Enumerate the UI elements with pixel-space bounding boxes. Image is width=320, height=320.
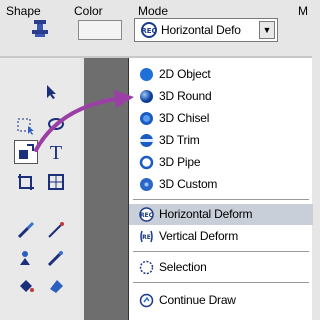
extra-label: M [298, 4, 308, 18]
transform-icon[interactable] [44, 170, 68, 194]
menu-item-vertical-deform[interactable]: RE Vertical Deform [129, 226, 313, 247]
eraser-icon[interactable] [44, 274, 68, 298]
mode-dropdown[interactable]: REC Horizontal Defo ▼ [134, 18, 278, 42]
selection-icon [139, 260, 154, 275]
menu-item-label: 3D Custom [159, 177, 218, 191]
svg-text:REC: REC [141, 27, 156, 35]
shape-icon[interactable] [28, 18, 52, 40]
menu-item-3d-trim[interactable]: 3D Trim [129, 130, 313, 151]
continue-draw-icon [139, 293, 154, 308]
mode-label: Mode [138, 4, 169, 18]
menu-item-3d-round[interactable]: 3D Round [129, 86, 313, 107]
menu-separator [133, 251, 309, 252]
callout-arrow-icon [34, 90, 134, 152]
mode-menu: 2D Object 3D Round 3D Chisel 3D Trim 3D … [128, 58, 313, 320]
menu-item-3d-pipe[interactable]: 3D Pipe [129, 152, 313, 173]
menu-item-label: Continue Draw [159, 293, 236, 307]
ring-3d-pipe-icon [139, 155, 154, 170]
menu-item-3d-custom[interactable]: 3D Custom [129, 174, 313, 195]
sphere-3d-chisel-icon [139, 111, 154, 126]
menu-item-label: 3D Pipe [159, 155, 201, 169]
vertical-deform-icon: RE [139, 229, 154, 244]
sphere-3d-trim-icon [139, 133, 154, 148]
mode-value: Horizontal Defo [161, 23, 241, 37]
menu-item-label: Selection [159, 260, 207, 274]
menu-separator [133, 282, 309, 283]
svg-text:RE: RE [142, 234, 151, 241]
svg-text:REC: REC [140, 212, 154, 219]
menu-item-3d-chisel[interactable]: 3D Chisel [129, 108, 313, 129]
retouch-icon[interactable] [44, 246, 68, 270]
clone-icon[interactable] [14, 246, 38, 270]
menu-item-label: 3D Round [159, 89, 212, 103]
pen-icon[interactable] [44, 218, 68, 242]
menu-separator [133, 199, 309, 200]
mode-icon: REC [141, 22, 157, 38]
horizontal-deform-icon: REC [139, 207, 154, 222]
menu-item-label: Vertical Deform [159, 229, 239, 243]
menu-item-label: 3D Trim [159, 133, 200, 147]
chevron-down-icon[interactable]: ▼ [259, 21, 275, 39]
fill-icon[interactable] [14, 274, 38, 298]
sphere-2d-icon [139, 67, 154, 82]
shape-label: Shape [6, 4, 41, 18]
sphere-3d-round-icon [139, 89, 154, 104]
menu-item-label: 2D Object [159, 67, 211, 81]
menu-item-2d-object[interactable]: 2D Object [129, 64, 313, 85]
menu-item-label: Horizontal Deform [159, 207, 253, 221]
menu-item-selection[interactable]: Selection [129, 257, 313, 278]
menu-item-horizontal-deform[interactable]: REC Horizontal Deform [129, 204, 313, 225]
brush-icon[interactable] [14, 218, 38, 242]
menu-item-label: 3D Chisel [159, 111, 210, 125]
sphere-3d-custom-icon [139, 177, 154, 192]
color-swatch[interactable] [78, 20, 122, 40]
color-label: Color [74, 4, 103, 18]
crop-icon[interactable] [14, 170, 38, 194]
menu-item-continue-draw[interactable]: Continue Draw [129, 290, 313, 311]
